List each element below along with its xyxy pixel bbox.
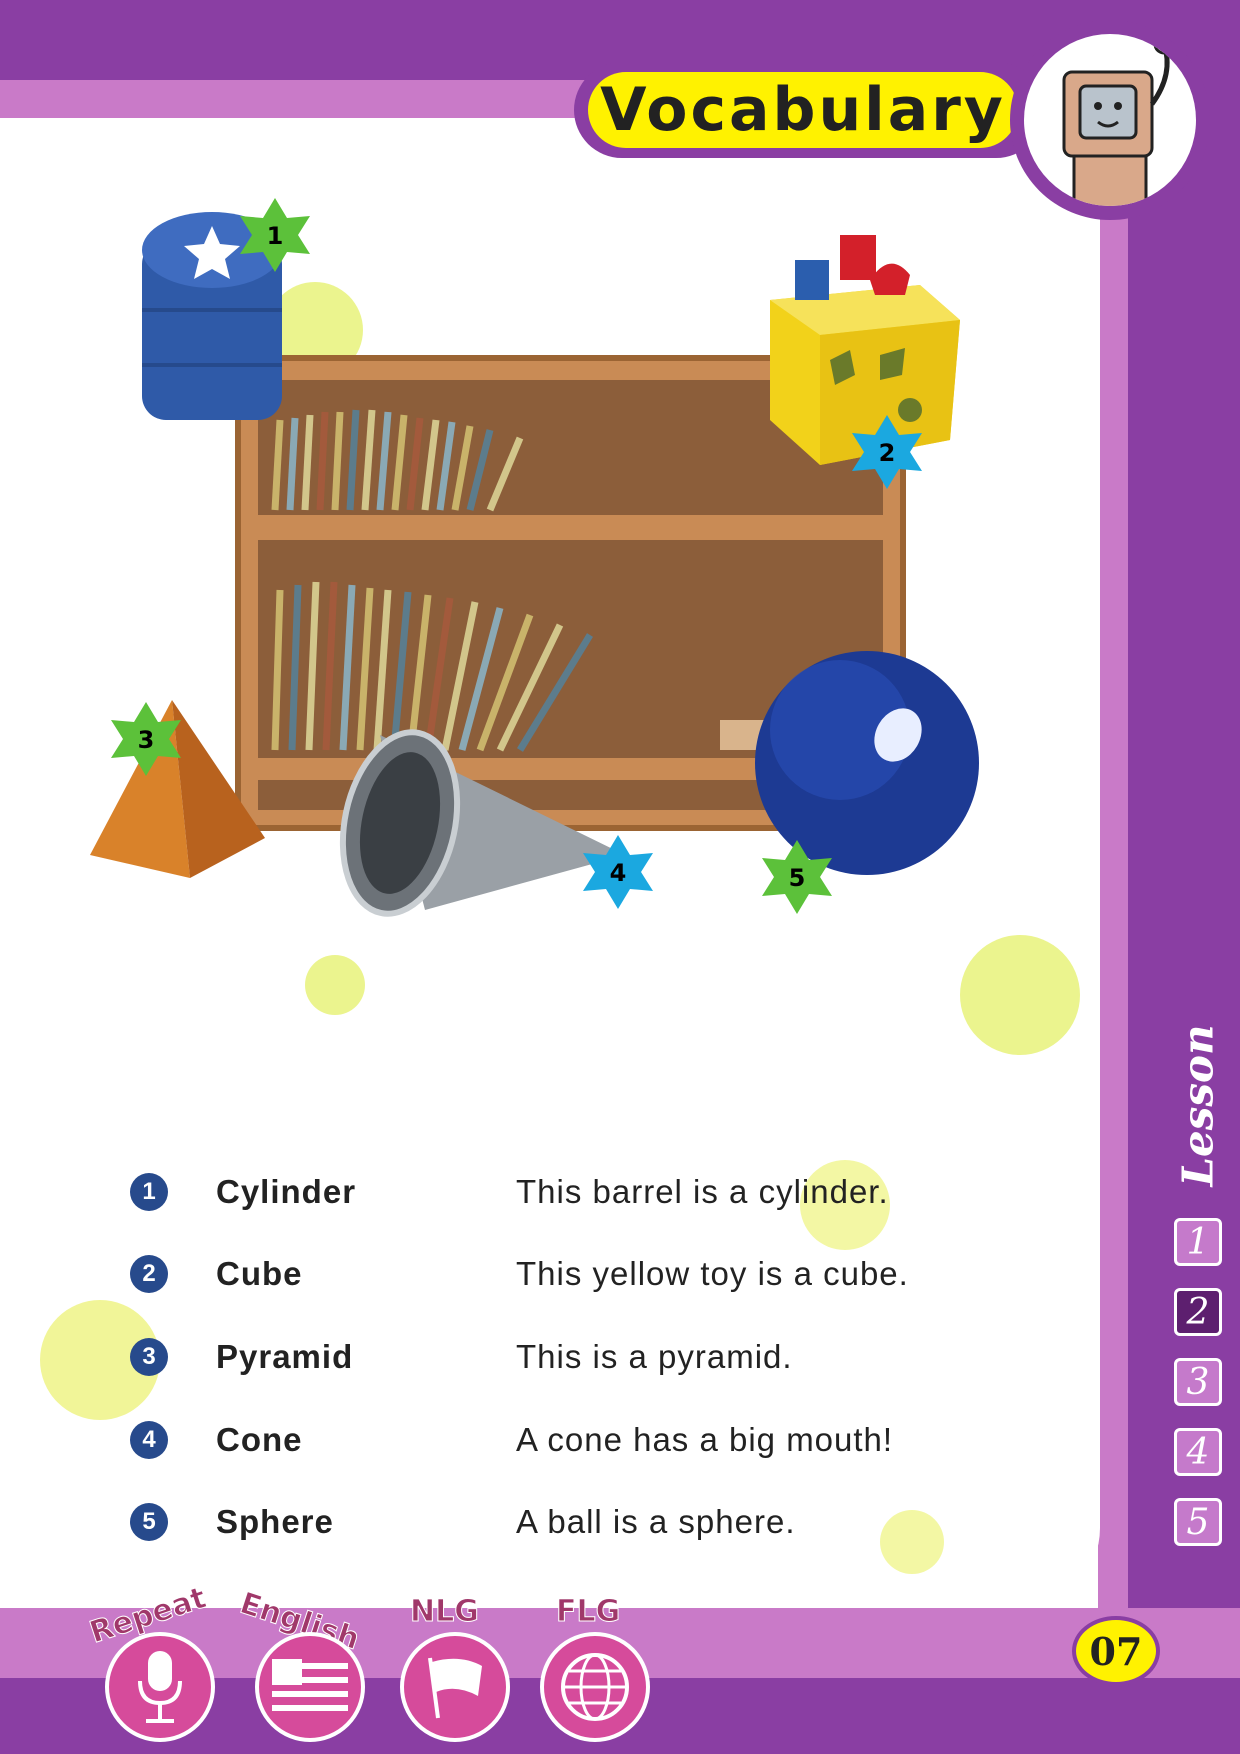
vocab-row: 4 Cone A cone has a big mouth! bbox=[130, 1415, 1030, 1465]
lesson-label: Lesson bbox=[1156, 1010, 1240, 1200]
vocab-row: 5 Sphere A ball is a sphere. bbox=[130, 1497, 1030, 1547]
star-number: 1 bbox=[267, 222, 284, 250]
vocab-number-badge: 4 bbox=[130, 1421, 168, 1459]
flg-label: FLG bbox=[555, 1594, 621, 1630]
vocab-sentence: This yellow toy is a cube. bbox=[516, 1255, 909, 1292]
vocab-word: Pyramid bbox=[216, 1338, 354, 1375]
vocab-sentence: This is a pyramid. bbox=[516, 1338, 793, 1375]
vocab-word: Cylinder bbox=[216, 1173, 357, 1210]
right-frame-stripe bbox=[1098, 80, 1128, 1620]
lesson-label-text: Lesson bbox=[1173, 1023, 1223, 1187]
sunburst-decoration bbox=[960, 935, 1080, 1055]
lesson-number-3[interactable]: 3 bbox=[1174, 1358, 1222, 1406]
mascot-icon bbox=[1024, 34, 1196, 206]
star-number: 2 bbox=[879, 439, 896, 467]
star-number: 3 bbox=[138, 726, 155, 754]
star-number: 5 bbox=[789, 864, 806, 892]
lesson-number-1[interactable]: 1 bbox=[1174, 1218, 1222, 1266]
vocab-number-badge: 1 bbox=[130, 1173, 168, 1211]
lesson-number-2[interactable]: 2 bbox=[1174, 1288, 1222, 1336]
page-title: Vocabulary bbox=[600, 75, 1006, 145]
us-flag-icon[interactable] bbox=[255, 1632, 365, 1742]
page-number: 07 bbox=[1072, 1616, 1160, 1686]
vocab-number-badge: 3 bbox=[130, 1338, 168, 1376]
sunburst-decoration bbox=[305, 955, 365, 1015]
cube-toy-image bbox=[770, 235, 960, 465]
lesson-number-4[interactable]: 4 bbox=[1174, 1428, 1222, 1476]
microphone-icon[interactable] bbox=[105, 1632, 215, 1742]
vocab-sentence: This barrel is a cylinder. bbox=[516, 1173, 889, 1210]
shapes-illustration: 1 2 3 4 5 bbox=[80, 190, 1090, 1060]
globe-icon[interactable] bbox=[540, 1632, 650, 1742]
vocab-word: Sphere bbox=[216, 1503, 334, 1540]
vocab-number-badge: 2 bbox=[130, 1255, 168, 1293]
vocab-number-badge: 5 bbox=[130, 1503, 168, 1541]
star-number: 4 bbox=[610, 859, 627, 887]
vocab-sentence: A cone has a big mouth! bbox=[516, 1421, 894, 1458]
flag-icon[interactable] bbox=[400, 1632, 510, 1742]
title-banner: Vocabulary bbox=[588, 72, 1018, 148]
vocab-word: Cube bbox=[216, 1255, 303, 1292]
vocab-row: 2 Cube This yellow toy is a cube. bbox=[130, 1249, 1030, 1299]
nlg-label: NLG bbox=[410, 1594, 480, 1630]
sphere-image bbox=[755, 651, 979, 875]
vocab-row: 1 Cylinder This barrel is a cylinder. bbox=[130, 1167, 1030, 1217]
lesson-number-5[interactable]: 5 bbox=[1174, 1498, 1222, 1546]
vocab-sentence: A ball is a sphere. bbox=[516, 1503, 796, 1540]
vocab-row: 3 Pyramid This is a pyramid. bbox=[130, 1332, 1030, 1382]
vocab-word: Cone bbox=[216, 1421, 303, 1458]
